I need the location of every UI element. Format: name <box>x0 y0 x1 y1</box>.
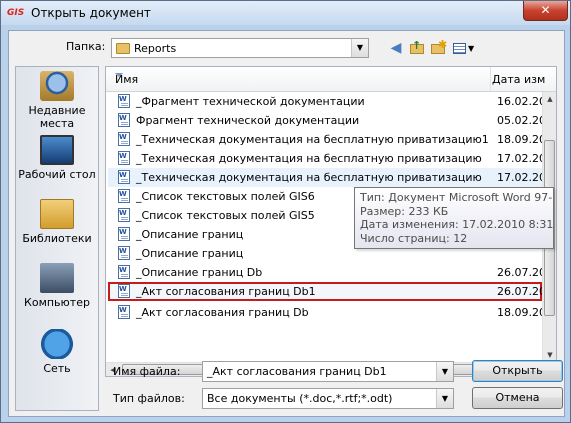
folder-icon <box>116 43 130 54</box>
folder-value: Reports <box>134 42 177 55</box>
filetype-value: Все документы (*.doc,*.rtf;*.odt) <box>207 392 393 405</box>
word-document-icon <box>118 132 130 146</box>
word-document-icon <box>118 305 130 319</box>
file-row[interactable]: _Описание границ Db26.07.200 <box>108 263 553 282</box>
file-name: _Акт согласования границ Db <box>136 306 309 319</box>
file-name: _Фрагмент технической документации <box>136 95 365 108</box>
file-name: _Техническая документация на бесплатную … <box>136 133 489 146</box>
place-label: места <box>39 117 75 130</box>
back-arrow-icon: ◀ <box>390 40 402 56</box>
close-icon: ✕ <box>540 3 551 17</box>
word-document-icon <box>118 227 130 241</box>
file-row[interactable]: _Техническая документация на бесплатную … <box>108 149 553 168</box>
file-name: Фрагмент технической документации <box>136 114 360 127</box>
up-folder-button[interactable]: ↑ <box>408 39 426 57</box>
places-bar: Недавние места Рабочий стол Библиотеки Ко… <box>15 66 99 411</box>
file-name: _Список текстовых полей GIS6 <box>136 190 315 203</box>
file-name: _Акт согласования границ Db1 <box>136 285 316 298</box>
place-label: Компьютер <box>24 296 90 309</box>
up-arrow-icon: ↑ <box>412 39 422 52</box>
column-header-row: Имя Дата изм <box>106 67 556 92</box>
chevron-down-icon[interactable]: ▼ <box>351 39 368 57</box>
sparkle-icon: ✱ <box>438 38 448 51</box>
file-name: _Описание границ Db <box>136 266 263 279</box>
file-row[interactable]: Фрагмент технической документации05.02.2… <box>108 111 553 130</box>
new-folder-button[interactable]: ✱ <box>429 38 448 57</box>
word-document-icon <box>118 151 130 165</box>
cancel-button[interactable]: Отмена <box>472 387 563 409</box>
word-document-icon <box>118 284 130 298</box>
network-icon <box>40 329 74 359</box>
window-title: Открыть документ <box>31 6 151 20</box>
file-row-selected[interactable]: _Акт согласования границ Db126.07.200 <box>108 282 553 301</box>
open-document-dialog: GIS Открыть документ ✕ Папка: Reports ▼ … <box>0 0 571 423</box>
word-document-icon <box>118 246 130 260</box>
tooltip-pages: Число страниц: 12 <box>360 231 468 245</box>
word-document-icon <box>118 189 130 203</box>
recent-places-icon <box>40 71 74 101</box>
filename-field[interactable]: _Акт согласования границ Db1 ▼ <box>202 361 454 382</box>
word-document-icon <box>118 208 130 222</box>
folder-dropdown[interactable]: Reports ▼ <box>111 38 369 58</box>
desktop-icon <box>40 135 74 165</box>
file-row[interactable]: _Техническая документация на бесплатную … <box>108 130 553 149</box>
file-name: _Техническая документация на бесплатную … <box>136 152 482 165</box>
tooltip-type: Тип: Документ Microsoft Word 97-2003 <box>360 191 553 204</box>
place-label: Рабочий стол <box>18 168 96 181</box>
filename-value: _Акт согласования границ Db1 <box>207 365 387 378</box>
filename-label: Имя файла: <box>113 365 181 378</box>
word-document-icon <box>118 94 130 108</box>
column-header-name-label: Имя <box>115 73 139 86</box>
chevron-down-icon: ▼ <box>468 44 475 53</box>
place-computer[interactable]: Компьютер <box>16 263 98 309</box>
column-header-date[interactable]: Дата изм <box>492 73 545 86</box>
title-bar[interactable]: GIS Открыть документ ✕ <box>1 1 570 25</box>
libraries-icon <box>40 199 74 229</box>
file-info-tooltip: Тип: Документ Microsoft Word 97-2003 Раз… <box>354 187 554 249</box>
filetype-label: Тип файлов: <box>113 392 185 405</box>
chevron-down-icon[interactable]: ▼ <box>436 389 453 408</box>
place-desktop[interactable]: Рабочий стол <box>16 135 98 181</box>
column-header-name[interactable]: Имя <box>106 67 491 91</box>
filetype-dropdown[interactable]: Все документы (*.doc,*.rtf;*.odt) ▼ <box>202 388 454 409</box>
gis-app-icon: GIS <box>7 8 25 18</box>
chevron-down-icon[interactable]: ▼ <box>436 362 453 381</box>
view-menu-button[interactable]: ▼ <box>451 39 477 57</box>
place-label: Библиотеки <box>22 232 92 245</box>
file-row-hovered[interactable]: _Техническая документация на бесплатную … <box>108 168 553 187</box>
word-document-icon <box>118 113 130 127</box>
word-document-icon <box>118 170 130 184</box>
computer-icon <box>40 263 74 293</box>
tooltip-size: Размер: 233 КБ <box>360 204 449 218</box>
file-name: _Описание границ <box>136 228 244 241</box>
scroll-up-icon[interactable]: ▲ <box>543 92 556 106</box>
back-button[interactable]: ◀ <box>387 39 405 57</box>
file-name: _Техническая документация на бесплатную … <box>136 171 482 184</box>
file-row[interactable]: _Акт согласования границ Db18.09.201 <box>108 303 553 322</box>
folder-label: Папка: <box>66 40 106 53</box>
place-recent[interactable]: Недавние места <box>16 71 98 130</box>
file-row[interactable]: _Фрагмент технической документации16.02.… <box>108 92 553 111</box>
place-network[interactable]: Сеть <box>16 329 98 375</box>
close-button[interactable]: ✕ <box>523 1 568 21</box>
place-libraries[interactable]: Библиотеки <box>16 199 98 245</box>
file-name: _Список текстовых полей GIS5 <box>136 209 315 222</box>
view-details-icon <box>453 43 466 54</box>
word-document-icon <box>118 265 130 279</box>
place-label: Недавние <box>28 104 86 117</box>
place-label: Сеть <box>43 362 71 375</box>
tooltip-modified: Дата изменения: 17.02.2010 8:31 <box>360 218 554 231</box>
open-button[interactable]: Открыть <box>472 360 563 382</box>
file-name: _Описание границ <box>136 247 244 260</box>
